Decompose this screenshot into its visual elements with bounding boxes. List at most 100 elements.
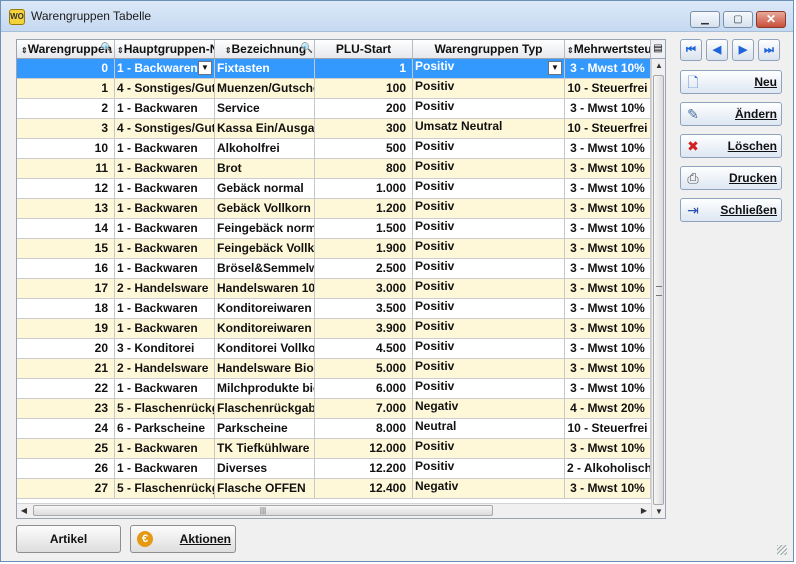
mwst-cell[interactable]: 3 - Mwst 10%: [565, 339, 651, 358]
typ-cell[interactable]: Positiv: [413, 179, 565, 198]
typ-cell[interactable]: Umsatz Neutral: [413, 119, 565, 138]
mwst-cell[interactable]: 3 - Mwst 10%: [565, 219, 651, 238]
hauptgruppe-cell[interactable]: 1 - Backwaren: [115, 379, 215, 398]
typ-cell[interactable]: Positiv: [413, 79, 565, 98]
aendern-button[interactable]: ✎ Ändern: [680, 102, 782, 126]
column-header[interactable]: Warengruppen Typ: [413, 40, 565, 58]
mwst-cell[interactable]: 4 - Mwst 20%: [565, 399, 651, 418]
drucken-button[interactable]: ⎙ Drucken: [680, 166, 782, 190]
bezeichnung-cell[interactable]: Parkscheine: [215, 419, 315, 438]
neu-button[interactable]: 🗋 Neu: [680, 70, 782, 94]
table-row[interactable]: 20 3 - Konditorei Konditorei Vollkorn 4.500…: [17, 339, 651, 359]
table-row[interactable]: 17 2 - Handelsware Handelswaren 10% 3.000 Po…: [17, 279, 651, 299]
table-row[interactable]: 14 1 - Backwaren Feingebäck normal 1.500 Pos…: [17, 219, 651, 239]
mwst-cell[interactable]: 3 - Mwst 10%: [565, 439, 651, 458]
hauptgruppe-cell[interactable]: 2 - Handelsware: [115, 279, 215, 298]
bezeichnung-cell[interactable]: Gebäck Vollkorn: [215, 199, 315, 218]
mwst-cell[interactable]: 3 - Mwst 10%: [565, 239, 651, 258]
hauptgruppe-cell[interactable]: 1 - Backwaren: [115, 299, 215, 318]
typ-cell[interactable]: Positiv: [413, 339, 565, 358]
mwst-cell[interactable]: 3 - Mwst 10%: [565, 359, 651, 378]
next-record-button[interactable]: ▶: [732, 39, 754, 61]
table-row[interactable]: 27 5 - FlaschenrückgabeFlasche OFFEN 12.40…: [17, 479, 651, 499]
plu-start-cell[interactable]: 6.000: [315, 379, 413, 398]
bezeichnung-cell[interactable]: Brot: [215, 159, 315, 178]
hauptgruppe-cell[interactable]: 5 - Flaschenrückgabe: [115, 479, 215, 498]
bezeichnung-cell[interactable]: Diverses: [215, 459, 315, 478]
search-icon[interactable]: 🔍: [101, 40, 113, 58]
mwst-cell[interactable]: 10 - Steuerfrei: [565, 119, 651, 138]
hauptgruppe-cell[interactable]: 1 - Backwaren: [115, 259, 215, 278]
typ-cell[interactable]: Negativ: [413, 479, 565, 498]
bezeichnung-cell[interactable]: Brösel&Semmelwürfel: [215, 259, 315, 278]
table-row[interactable]: 19 1 - Backwaren Konditoreiwaren 3.900 Posit…: [17, 319, 651, 339]
hauptgruppe-cell[interactable]: 1 - Backwaren: [115, 199, 215, 218]
warengruppe-cell[interactable]: 26: [17, 459, 115, 478]
table-row[interactable]: 18 1 - Backwaren Konditoreiwaren 3.500 Posit…: [17, 299, 651, 319]
bezeichnung-cell[interactable]: Handelsware Bio: [215, 359, 315, 378]
mwst-cell[interactable]: 3 - Mwst 10%: [565, 139, 651, 158]
horizontal-scrollbar[interactable]: ◀ ||| ▶: [17, 503, 651, 518]
plu-start-cell[interactable]: 3.000: [315, 279, 413, 298]
hauptgruppe-cell[interactable]: 1 - Backwaren: [115, 219, 215, 238]
hauptgruppe-cell[interactable]: 1 - Backwaren: [115, 139, 215, 158]
typ-cell[interactable]: Negativ: [413, 399, 565, 418]
warengruppe-cell[interactable]: 2: [17, 99, 115, 118]
mwst-cell[interactable]: 3 - Mwst 10%: [565, 279, 651, 298]
hauptgruppe-cell[interactable]: 3 - Konditorei: [115, 339, 215, 358]
artikel-button[interactable]: Artikel: [16, 525, 121, 553]
table-row[interactable]: 3 4 - Sonstiges/GutscheineKassa Ein/Ausga…: [17, 119, 651, 139]
scroll-left-icon[interactable]: ◀: [17, 504, 31, 518]
horizontal-scroll-thumb[interactable]: |||: [33, 505, 493, 516]
table-row[interactable]: 25 1 - Backwaren TK Tiefkühlware 12.000 Posi…: [17, 439, 651, 459]
hauptgruppe-cell[interactable]: 1 - Backwaren: [115, 99, 215, 118]
schliessen-button[interactable]: ⇥ Schließen: [680, 198, 782, 222]
plu-start-cell[interactable]: 100: [315, 79, 413, 98]
typ-cell[interactable]: Positiv: [413, 159, 565, 178]
hauptgruppe-cell[interactable]: 6 - Parkscheine: [115, 419, 215, 438]
table-row[interactable]: 21 2 - Handelsware Handelsware Bio 5.000 Pos…: [17, 359, 651, 379]
column-header[interactable]: ⇕Mehrwertsteuer: [565, 40, 651, 58]
table-row[interactable]: 12 1 - Backwaren Gebäck normal 1.000 Positiv…: [17, 179, 651, 199]
hauptgruppe-cell[interactable]: 1 - Backwaren: [115, 159, 215, 178]
bezeichnung-cell[interactable]: Flaschenrückgabe: [215, 399, 315, 418]
warengruppe-cell[interactable]: 0: [17, 59, 115, 78]
hauptgruppe-cell[interactable]: 2 - Handelsware: [115, 359, 215, 378]
table-row[interactable]: 15 1 - Backwaren Feingebäck Vollkorn 1.900 P…: [17, 239, 651, 259]
plu-start-cell[interactable]: 1.200: [315, 199, 413, 218]
table-row[interactable]: 2 1 - Backwaren Service 200 Positiv 3 - Mwst …: [17, 99, 651, 119]
scroll-right-icon[interactable]: ▶: [637, 504, 651, 518]
plu-start-cell[interactable]: 800: [315, 159, 413, 178]
plu-start-cell[interactable]: 1.500: [315, 219, 413, 238]
warengruppe-cell[interactable]: 22: [17, 379, 115, 398]
column-header[interactable]: ⇕Warengruppen 🔍: [17, 40, 115, 58]
typ-cell[interactable]: Positiv: [413, 199, 565, 218]
mwst-cell[interactable]: 3 - Mwst 10%: [565, 379, 651, 398]
table-settings-icon[interactable]: ▤: [651, 40, 665, 59]
warengruppe-cell[interactable]: 1: [17, 79, 115, 98]
typ-cell[interactable]: Positiv: [413, 379, 565, 398]
plu-start-cell[interactable]: 12.000: [315, 439, 413, 458]
typ-cell[interactable]: Positiv: [413, 99, 565, 118]
table-row[interactable]: 16 1 - Backwaren Brösel&Semmelwürfel 2.500 P…: [17, 259, 651, 279]
warengruppe-cell[interactable]: 19: [17, 319, 115, 338]
bezeichnung-cell[interactable]: Feingebäck Vollkorn: [215, 239, 315, 258]
hauptgruppe-cell[interactable]: 1 - Backwaren: [115, 179, 215, 198]
warengruppe-cell[interactable]: 13: [17, 199, 115, 218]
mwst-cell[interactable]: 3 - Mwst 10%: [565, 99, 651, 118]
plu-start-cell[interactable]: 8.000: [315, 419, 413, 438]
plu-start-cell[interactable]: 300: [315, 119, 413, 138]
hauptgruppe-cell[interactable]: 1 - Backwaren ▼: [115, 59, 215, 78]
hauptgruppe-cell[interactable]: 1 - Backwaren: [115, 319, 215, 338]
warengruppe-cell[interactable]: 3: [17, 119, 115, 138]
bezeichnung-cell[interactable]: Fixtasten: [215, 59, 315, 78]
bezeichnung-cell[interactable]: Handelswaren 10%: [215, 279, 315, 298]
mwst-cell[interactable]: 10 - Steuerfrei: [565, 79, 651, 98]
warengruppe-cell[interactable]: 12: [17, 179, 115, 198]
plu-start-cell[interactable]: 1.900: [315, 239, 413, 258]
plu-start-cell[interactable]: 5.000: [315, 359, 413, 378]
typ-cell[interactable]: Positiv ▼: [413, 59, 565, 78]
warengruppe-cell[interactable]: 24: [17, 419, 115, 438]
dropdown-arrow-icon[interactable]: ▼: [198, 61, 212, 75]
last-record-button[interactable]: ⏭: [758, 39, 780, 61]
